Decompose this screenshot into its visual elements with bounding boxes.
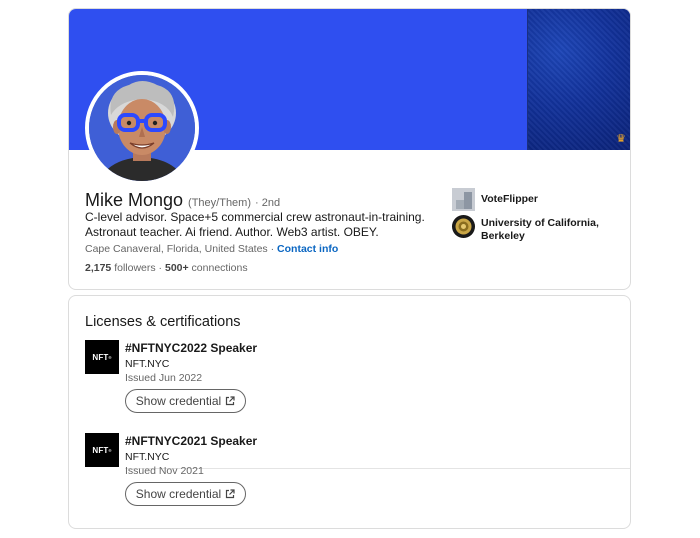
stats-separator: ·	[155, 262, 165, 274]
crown-icon: ♛	[616, 133, 626, 145]
certification-issuer: NFT.NYC	[125, 451, 170, 463]
uc-berkeley-seal-icon	[452, 215, 475, 238]
stats-row: 2,175 followers · 500+ connections	[85, 262, 248, 274]
certification-date: Issued Jun 2022	[125, 372, 203, 384]
certification-date: Issued Nov 2021	[125, 465, 204, 477]
external-link-icon	[226, 489, 235, 499]
avatar[interactable]	[85, 71, 199, 185]
licenses-card: Licenses & certifications NFT ® #NFTNYC20…	[68, 295, 631, 529]
followers-count: 2,175	[85, 262, 112, 274]
voteflipper-logo-icon	[452, 188, 475, 211]
followers-label: followers	[111, 262, 156, 274]
show-credential-button[interactable]: Show credential	[125, 482, 246, 506]
contact-info-link[interactable]: Contact info	[277, 243, 338, 255]
location-separator: ·	[267, 243, 278, 255]
nft-nyc-logo[interactable]: NFT ®	[85, 340, 119, 374]
logo-text: NFT	[92, 445, 109, 455]
button-label: Show credential	[135, 487, 222, 501]
profile-name: Mike Mongo	[85, 190, 184, 210]
section-title: Licenses & certifications	[85, 314, 241, 330]
button-label: Show credential	[135, 394, 222, 408]
certification-issuer: NFT.NYC	[125, 358, 170, 370]
org-name: VoteFlipper	[481, 193, 538, 205]
location-row: Cape Canaveral, Florida, United States ·…	[85, 243, 338, 255]
profile-location: Cape Canaveral, Florida, United States	[85, 243, 268, 255]
external-link-icon	[226, 396, 235, 406]
certification-item: NFT ® #NFTNYC2022 Speaker NFT.NYC Issued …	[85, 340, 630, 469]
connections-label[interactable]: connections	[189, 262, 248, 274]
certification-name[interactable]: #NFTNYC2022 Speaker	[125, 341, 257, 355]
nft-nyc-logo[interactable]: NFT ®	[85, 433, 119, 467]
profile-pronouns: (They/Them)	[188, 197, 252, 209]
certification-name[interactable]: #NFTNYC2021 Speaker	[125, 434, 257, 448]
show-credential-button[interactable]: Show credential	[125, 389, 246, 413]
profile-card: ♛ Mike Mongo (They/Them) · 2nd C-level a…	[68, 8, 631, 290]
name-row: Mike Mongo (They/Them) · 2nd	[85, 190, 280, 211]
banner-artwork: ♛	[527, 9, 630, 150]
org-uc-berkeley[interactable]: University of California, Berkeley	[452, 215, 601, 243]
connection-degree: · 2nd	[255, 197, 281, 209]
certification-item: NFT ® #NFTNYC2021 Speaker NFT.NYC Issued …	[85, 433, 615, 523]
connections-count[interactable]: 500+	[165, 262, 189, 274]
org-name: University of California, Berkeley	[481, 217, 599, 242]
profile-headline: C-level advisor. Space+5 commercial crew…	[85, 210, 425, 239]
logo-text: NFT	[92, 352, 109, 362]
org-voteflipper[interactable]: VoteFlipper	[452, 188, 601, 211]
avatar-illustration	[89, 75, 195, 181]
